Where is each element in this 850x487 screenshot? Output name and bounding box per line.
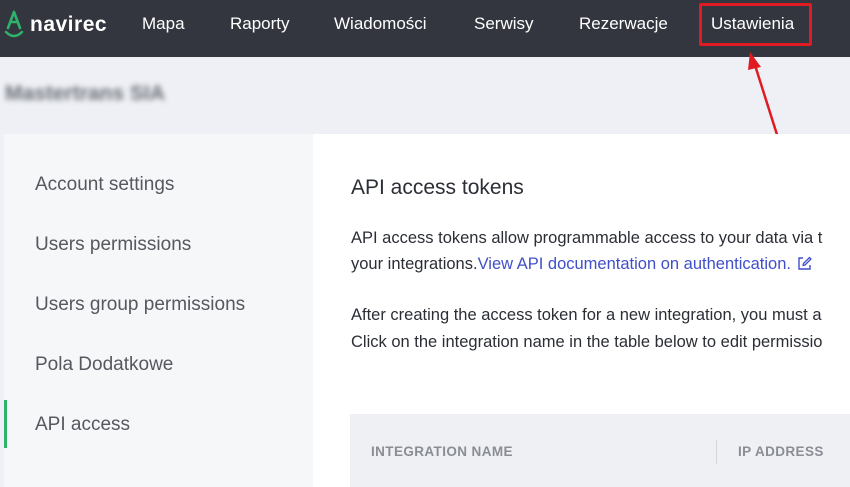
company-header: Mastertrans SIA xyxy=(0,57,850,134)
top-navbar: navirec Mapa Raporty Wiadomości Serwisy … xyxy=(0,0,850,57)
sidebar-active-indicator xyxy=(4,400,7,448)
nav-item-ustawienia[interactable]: Ustawienia xyxy=(711,0,794,48)
external-link-icon[interactable] xyxy=(797,256,812,271)
nav-item-wiadomosci[interactable]: Wiadomości xyxy=(334,0,427,48)
logo-text: navirec xyxy=(30,13,108,36)
api-documentation-link[interactable]: View API documentation on authentication… xyxy=(478,255,791,273)
integrations-table-header: INTEGRATION NAME IP ADDRESS xyxy=(350,414,850,487)
logo[interactable]: navirec xyxy=(4,10,107,40)
nav-item-raporty[interactable]: Raporty xyxy=(230,0,290,48)
sidebar-item-pola-dodatkowe[interactable]: Pola Dodatkowe xyxy=(35,354,173,376)
info-text-line-1: After creating the access token for a ne… xyxy=(351,306,822,324)
sidebar-item-users-permissions[interactable]: Users permissions xyxy=(35,234,191,256)
nav-item-mapa[interactable]: Mapa xyxy=(142,0,185,48)
page-title: API access tokens xyxy=(351,176,524,199)
intro-text-line-1: API access tokens allow programmable acc… xyxy=(351,229,823,247)
intro-text-line-2: your integrations.View API documentation… xyxy=(351,251,812,278)
sidebar-item-users-group-permissions[interactable]: Users group permissions xyxy=(35,294,245,316)
info-text-line-2: Click on the integration name in the tab… xyxy=(351,333,823,351)
column-header-integration-name[interactable]: INTEGRATION NAME xyxy=(371,444,513,459)
sidebar-item-api-access[interactable]: API access xyxy=(35,414,130,436)
settings-sidebar: Account settings Users permissions Users… xyxy=(4,134,313,487)
navirec-logo-icon xyxy=(4,10,24,38)
column-header-ip-address[interactable]: IP ADDRESS xyxy=(738,444,824,459)
nav-item-serwisy[interactable]: Serwisy xyxy=(474,0,534,48)
company-name: Mastertrans SIA xyxy=(5,82,165,105)
main-content: API access tokens API access tokens allo… xyxy=(313,134,850,487)
intro-text-prefix: your integrations. xyxy=(351,255,478,273)
nav-item-rezerwacje[interactable]: Rezerwacje xyxy=(579,0,668,48)
column-divider xyxy=(716,440,717,464)
sidebar-item-account-settings[interactable]: Account settings xyxy=(35,174,174,196)
